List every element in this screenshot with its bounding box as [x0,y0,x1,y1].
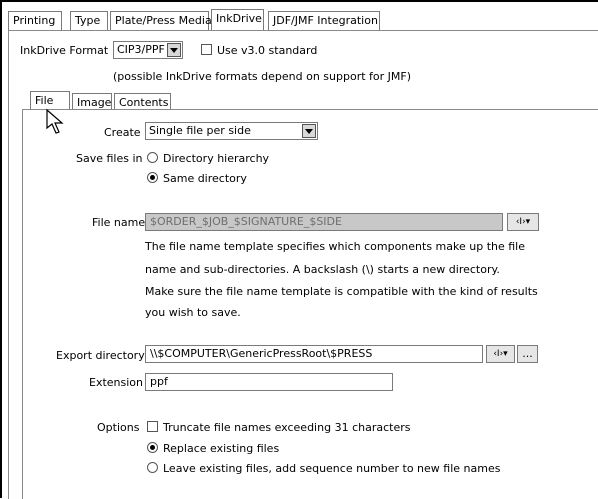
description-line-1: The file name template specifies which c… [145,240,526,253]
directory-hierarchy-label: Directory hierarchy [163,152,270,165]
radio-same-directory[interactable] [147,172,158,183]
inkdrive-format-select[interactable]: CIP3/PPF [113,41,183,59]
variable-insert-icon[interactable]: ‹I›▾ [486,345,515,363]
same-directory-label: Same directory [163,172,247,185]
replace-existing-label: Replace existing files [163,442,280,455]
tab-label: Image [77,96,112,109]
tab-label: Type [75,14,101,27]
chevron-down-icon[interactable] [302,124,316,138]
tab-label: InkDrive [216,12,262,25]
leave-existing-label: Leave existing files, add sequence numbe… [163,462,501,475]
create-select[interactable]: Single file per side [145,122,318,140]
options-label: Options [97,421,140,434]
tab-inkdrive[interactable]: InkDrive [211,9,264,30]
select-value: Single file per side [149,124,251,137]
radio-replace-existing[interactable] [147,442,158,453]
radio-directory-hierarchy[interactable] [147,152,158,163]
chevron-down-icon[interactable] [167,43,181,57]
truncate-checkbox[interactable] [147,421,158,432]
description-line-2: name and sub-directories. A backslash (\… [145,263,500,276]
export-directory-label: Export directory [56,349,145,362]
extension-label: Extension [89,376,144,389]
truncate-label: Truncate file names exceeding 31 charact… [163,421,411,434]
use-v3-label: Use v3.0 standard [217,44,318,57]
create-label: Create [104,126,141,139]
description-line-4: you wish to save. [145,306,241,319]
tab-type[interactable]: Type [70,11,108,30]
export-directory-input[interactable]: \\$COMPUTER\GenericPressRoot\$PRESS [145,345,483,363]
tab-label: Printing [13,14,56,27]
tab-plate-press-media[interactable]: Plate/Press Media [110,11,212,30]
file-subpanel [22,109,598,499]
inkdrive-format-label: InkDrive Format [20,44,109,57]
field-value: ppf [150,375,168,388]
use-v3-checkbox[interactable] [201,44,212,55]
select-value: CIP3/PPF [117,43,165,56]
tab-jdf-jmf-integration[interactable]: JDF/JMF Integration [268,11,380,30]
field-value: $ORDER_$JOB_$SIGNATURE_$SIDE [150,215,342,228]
subtab-image[interactable]: Image [72,93,112,110]
tab-label: Plate/Press Media [115,14,212,27]
tab-label: File [35,94,54,107]
file-name-input[interactable]: $ORDER_$JOB_$SIGNATURE_$SIDE [145,213,503,231]
file-name-label: File name [92,216,146,229]
field-value: \\$COMPUTER\GenericPressRoot\$PRESS [150,347,373,360]
browse-button[interactable]: ... [517,345,538,363]
radio-leave-existing[interactable] [147,462,158,473]
browse-label: ... [522,347,533,360]
save-files-in-label: Save files in [76,152,143,165]
description-line-3: Make sure the file name template is comp… [145,285,538,298]
tab-label: Contents [119,96,169,109]
variable-insert-icon[interactable]: ‹I›▾ [507,213,539,231]
subtab-contents[interactable]: Contents [114,93,171,110]
tab-printing[interactable]: Printing [8,11,62,30]
mouse-pointer-icon [46,108,64,134]
tab-label: JDF/JMF Integration [273,14,378,27]
extension-input[interactable]: ppf [145,373,393,391]
inkdrive-format-note: (possible InkDrive formats depend on sup… [113,70,412,83]
